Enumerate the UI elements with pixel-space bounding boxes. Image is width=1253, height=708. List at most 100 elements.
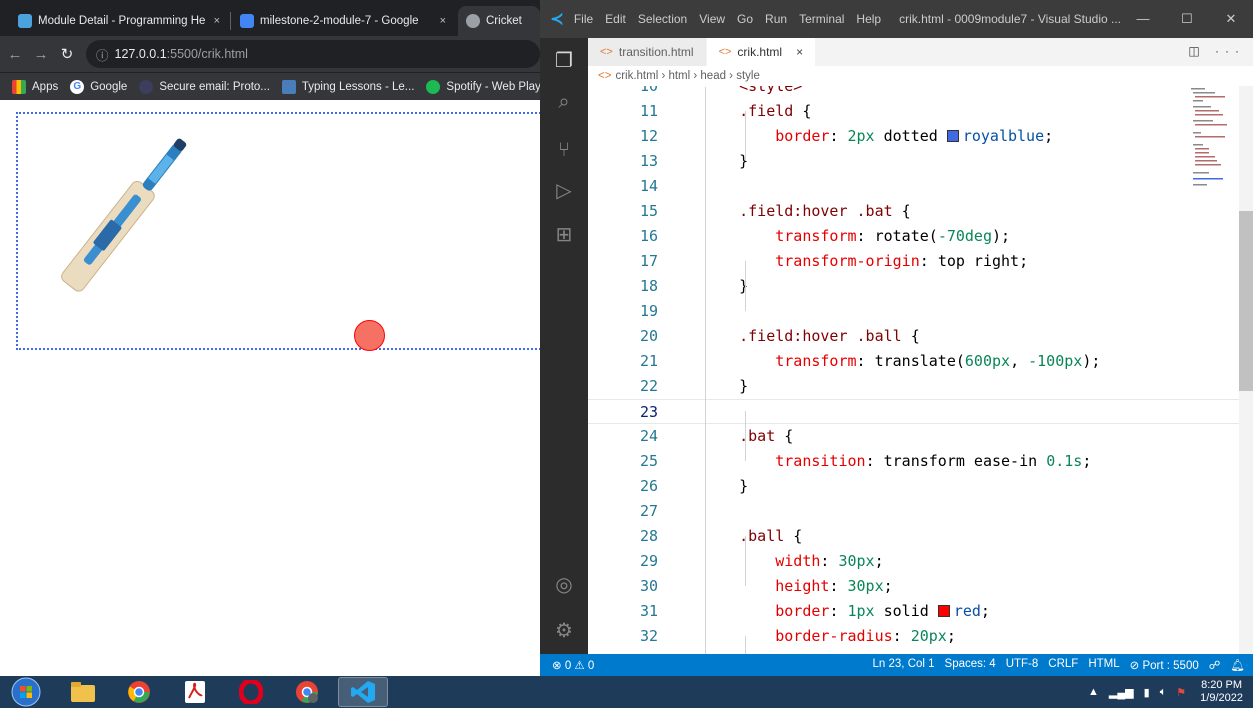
line-number: 27 bbox=[639, 502, 658, 520]
tab-close-icon[interactable]: × bbox=[214, 15, 220, 27]
code-line[interactable]: 10 <style> bbox=[588, 86, 1253, 99]
code-line[interactable]: 24 .bat { bbox=[588, 424, 1253, 449]
problems-status[interactable]: ⊗ 0 ⚠ 0 bbox=[552, 658, 594, 672]
cursor-position[interactable]: Ln 23, Col 1 bbox=[873, 658, 935, 672]
indentation-status[interactable]: Spaces: 4 bbox=[945, 658, 996, 672]
chrome-icon bbox=[128, 681, 150, 703]
feedback-icon[interactable]: ☍ bbox=[1209, 658, 1221, 672]
scrollbar-thumb[interactable] bbox=[1239, 211, 1253, 391]
bookmark-typing-lessons[interactable]: Typing Lessons - Le... bbox=[281, 79, 414, 94]
code-line[interactable]: 15 .field:hover .bat { bbox=[588, 199, 1253, 224]
show-hidden-icons-icon[interactable]: ▲ bbox=[1088, 686, 1099, 698]
code-line[interactable]: 22 } bbox=[588, 374, 1253, 399]
forward-arrow-icon[interactable]: → bbox=[30, 46, 52, 63]
tab-close-icon[interactable]: × bbox=[796, 45, 803, 59]
start-button[interactable] bbox=[0, 677, 52, 707]
code-line[interactable]: 19 bbox=[588, 299, 1253, 324]
bookmark-protonmail[interactable]: Secure email: Proto... bbox=[139, 79, 270, 94]
browser-tab-google-docs[interactable]: milestone-2-module-7 - Google × bbox=[232, 6, 454, 36]
live-server-port[interactable]: ⊘ Port : 5500 bbox=[1130, 658, 1199, 672]
code-line[interactable]: 16 transform: rotate(-70deg); bbox=[588, 224, 1253, 249]
code-line[interactable]: 14 bbox=[588, 174, 1253, 199]
code-line[interactable]: 32 border-radius: 20px; bbox=[588, 624, 1253, 649]
tab-crik-html[interactable]: <> crik.html × bbox=[706, 38, 817, 66]
bookmark-spotify[interactable]: Spotify - Web Play bbox=[426, 79, 540, 94]
code-line[interactable]: 26 } bbox=[588, 474, 1253, 499]
site-favicon-icon bbox=[18, 14, 32, 28]
editor-actions[interactable]: ◫ ··· bbox=[1188, 44, 1245, 58]
encoding-status[interactable]: UTF-8 bbox=[1006, 658, 1039, 672]
eol-status[interactable]: CRLF bbox=[1048, 658, 1078, 672]
close-icon[interactable]: ✕ bbox=[1209, 11, 1253, 27]
code-line[interactable]: 20 .field:hover .ball { bbox=[588, 324, 1253, 349]
extensions-icon[interactable]: ⊞ bbox=[550, 220, 578, 248]
info-icon[interactable]: ⓘ bbox=[96, 45, 109, 64]
code-line[interactable]: 18 } bbox=[588, 274, 1253, 299]
volume-icon[interactable]: 🔈︎ bbox=[1160, 686, 1167, 699]
language-mode[interactable]: HTML bbox=[1088, 658, 1119, 672]
tab-close-icon[interactable]: × bbox=[440, 15, 446, 27]
menu-view[interactable]: View bbox=[699, 12, 725, 26]
accounts-icon[interactable]: ◎ bbox=[550, 570, 578, 598]
notifications-bell-icon[interactable]: 🔔︎ bbox=[1230, 658, 1245, 672]
code-line[interactable]: 23 bbox=[588, 399, 1253, 424]
source-control-icon[interactable]: ⑂ bbox=[550, 136, 578, 164]
indent-guide bbox=[745, 536, 746, 586]
line-number: 15 bbox=[639, 202, 658, 220]
search-icon[interactable]: ⌕ bbox=[550, 88, 578, 116]
code-text: transform-origin: top right; bbox=[775, 252, 1029, 270]
taskbar-chrome[interactable] bbox=[114, 677, 164, 707]
code-line[interactable]: 28 .ball { bbox=[588, 524, 1253, 549]
code-line[interactable]: 27 bbox=[588, 499, 1253, 524]
maximize-icon[interactable]: ☐ bbox=[1165, 11, 1209, 27]
taskbar-acrobat[interactable] bbox=[170, 677, 220, 707]
tab-transition-html[interactable]: <> transition.html bbox=[588, 38, 707, 66]
line-number: 29 bbox=[639, 552, 658, 570]
clock[interactable]: 8:20 PM 1/9/2022 bbox=[1200, 679, 1243, 705]
action-center-flag-icon[interactable]: ⚑ bbox=[1176, 686, 1186, 699]
run-debug-icon[interactable]: ▷ bbox=[550, 176, 578, 204]
back-arrow-icon[interactable]: ← bbox=[4, 46, 26, 63]
code-line[interactable]: 25 transition: transform ease-in 0.1s; bbox=[588, 449, 1253, 474]
browser-tab-module-detail[interactable]: Module Detail - Programming He × bbox=[10, 6, 228, 36]
menu-terminal[interactable]: Terminal bbox=[799, 12, 844, 26]
taskbar-file-explorer[interactable] bbox=[58, 677, 108, 707]
taskbar-chrome-profile[interactable] bbox=[282, 677, 332, 707]
settings-gear-icon[interactable]: ⚙ bbox=[550, 616, 578, 644]
code-line[interactable]: 13 } bbox=[588, 149, 1253, 174]
menu-help[interactable]: Help bbox=[856, 12, 881, 26]
reload-icon[interactable]: ↻ bbox=[56, 45, 78, 63]
bookmark-google[interactable]: G Google bbox=[70, 79, 128, 94]
explorer-icon[interactable]: ❐ bbox=[550, 46, 578, 74]
line-number: 24 bbox=[639, 427, 658, 445]
menu-go[interactable]: Go bbox=[737, 12, 753, 26]
code-text: } bbox=[703, 277, 749, 295]
cricket-ball[interactable] bbox=[354, 320, 385, 351]
minimize-icon[interactable]: — bbox=[1121, 11, 1165, 27]
menu-edit[interactable]: Edit bbox=[605, 12, 626, 26]
bookmark-apps[interactable]: Apps bbox=[12, 79, 58, 94]
cricket-field[interactable] bbox=[16, 112, 540, 351]
taskbar-vscode[interactable] bbox=[338, 677, 388, 707]
code-line[interactable]: 12 border: 2px dotted royalblue; bbox=[588, 124, 1253, 149]
bookmark-label: Google bbox=[90, 80, 128, 93]
breadcrumb[interactable]: <> crik.html › html › head › style bbox=[588, 66, 1253, 86]
minimap[interactable] bbox=[1191, 86, 1231, 206]
chrome-profile-icon bbox=[296, 681, 318, 703]
network-signal-icon[interactable]: ▂▄▆ bbox=[1109, 686, 1134, 699]
battery-icon[interactable]: ▮ bbox=[1144, 686, 1150, 699]
code-editor[interactable]: 10 <style> 11 .field {12 border: 2px dott… bbox=[588, 86, 1253, 654]
code-line[interactable]: 11 .field { bbox=[588, 99, 1253, 124]
menu-selection[interactable]: Selection bbox=[638, 12, 687, 26]
menu-file[interactable]: File bbox=[574, 12, 593, 26]
code-line[interactable]: 29 width: 30px; bbox=[588, 549, 1253, 574]
code-line[interactable]: 30 height: 30px; bbox=[588, 574, 1253, 599]
code-line[interactable]: 21 transform: translate(600px, -100px); bbox=[588, 349, 1253, 374]
code-line[interactable]: 31 border: 1px solid red; bbox=[588, 599, 1253, 624]
browser-tab-cricket[interactable]: Cricket bbox=[458, 6, 540, 36]
code-line[interactable]: 17 transform-origin: top right; bbox=[588, 249, 1253, 274]
vertical-scrollbar[interactable] bbox=[1239, 86, 1253, 654]
taskbar-opera[interactable] bbox=[226, 677, 276, 707]
menu-run[interactable]: Run bbox=[765, 12, 787, 26]
address-bar[interactable]: ⓘ 127.0.0.1:5500/crik.html bbox=[86, 40, 540, 68]
